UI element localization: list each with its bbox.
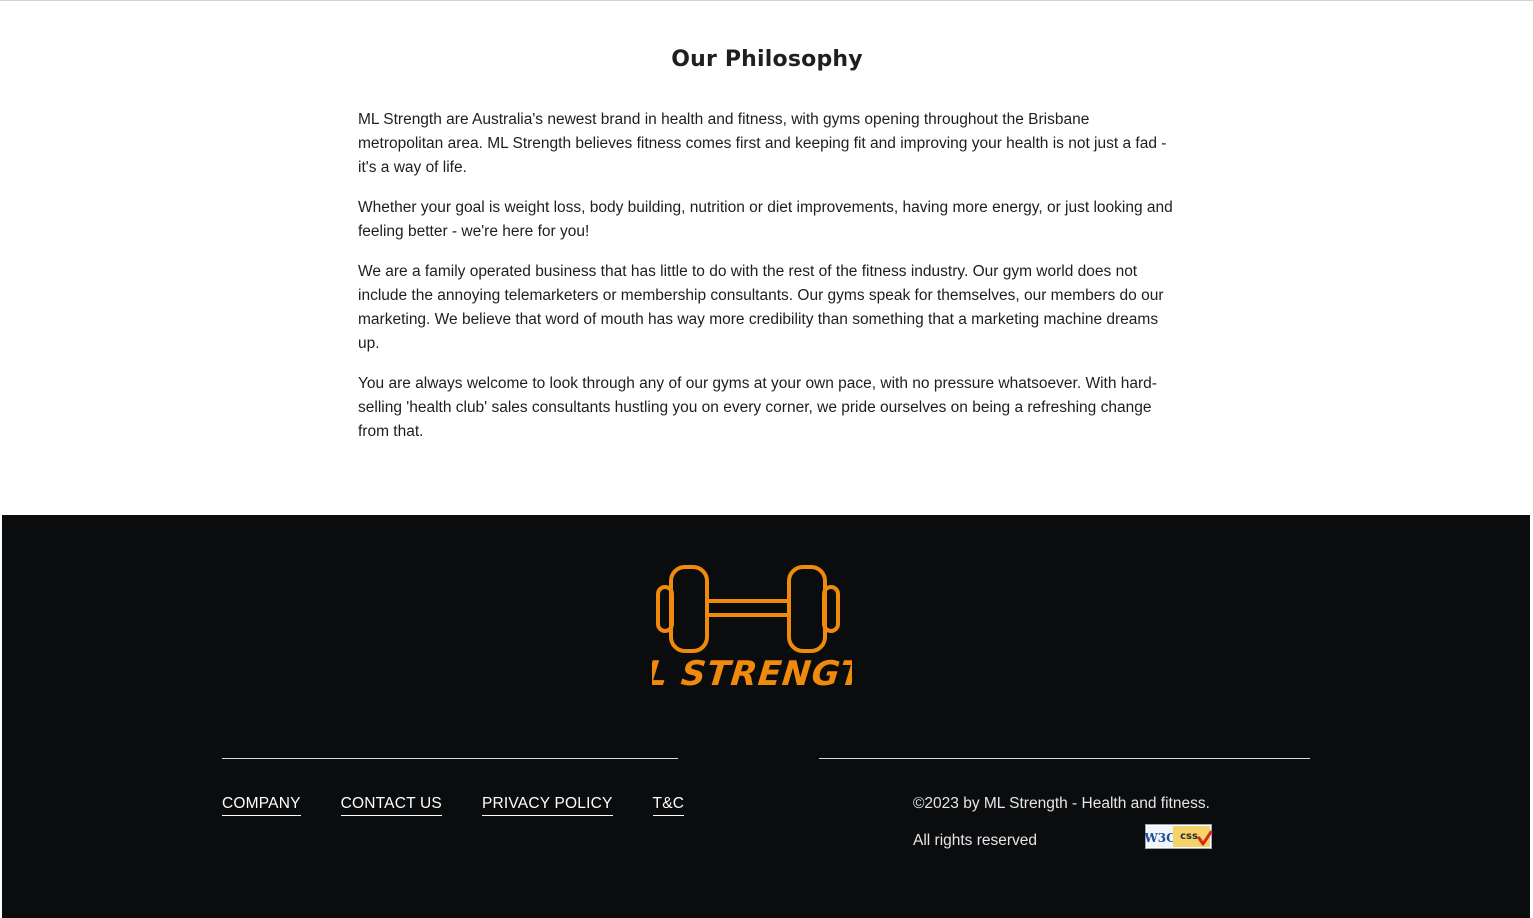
philosophy-paragraph: You are always welcome to look through a… bbox=[358, 375, 1157, 440]
badge-css-text: css bbox=[1180, 831, 1198, 842]
badge-w3c-text: W3C bbox=[1145, 831, 1176, 845]
footer-divider-left bbox=[222, 758, 678, 759]
footer-link-contact-us[interactable]: CONTACT US bbox=[340, 794, 442, 816]
philosophy-paragraph: ML Strength are Australia's newest brand… bbox=[358, 111, 1167, 176]
w3c-css-valid-badge-icon: W3C css bbox=[1143, 824, 1213, 849]
ml-strength-logo[interactable]: ML STRENGTH bbox=[609, 563, 896, 694]
page-title: Our Philosophy bbox=[671, 47, 863, 72]
w3c-css-badge[interactable]: W3C css bbox=[1143, 824, 1213, 850]
philosophy-paragraph: We are a family operated business that h… bbox=[358, 263, 1164, 352]
footer-link-terms[interactable]: T&C bbox=[652, 794, 685, 816]
copyright-text: ©2023 by ML Strength - Health and fitnes… bbox=[913, 795, 1210, 812]
footer-link-company[interactable]: COMPANY bbox=[222, 794, 301, 816]
site-footer: ML STRENGTH COMPANY CONTACT US PRIVACY P… bbox=[2, 515, 1530, 918]
top-divider bbox=[0, 0, 1533, 1]
footer-divider-right bbox=[819, 758, 1310, 759]
logo-text: ML STRENGTH bbox=[652, 654, 852, 693]
philosophy-section: Our Philosophy ML Strength are Australia… bbox=[358, 42, 1176, 460]
philosophy-paragraph: Whether your goal is weight loss, body b… bbox=[358, 199, 1173, 240]
dumbbell-icon: ML STRENGTH bbox=[609, 565, 896, 694]
rights-text: All rights reserved bbox=[913, 832, 1038, 849]
footer-nav: COMPANY CONTACT US PRIVACY POLICY T&C bbox=[222, 794, 685, 816]
footer-link-privacy-policy[interactable]: PRIVACY POLICY bbox=[481, 794, 613, 816]
